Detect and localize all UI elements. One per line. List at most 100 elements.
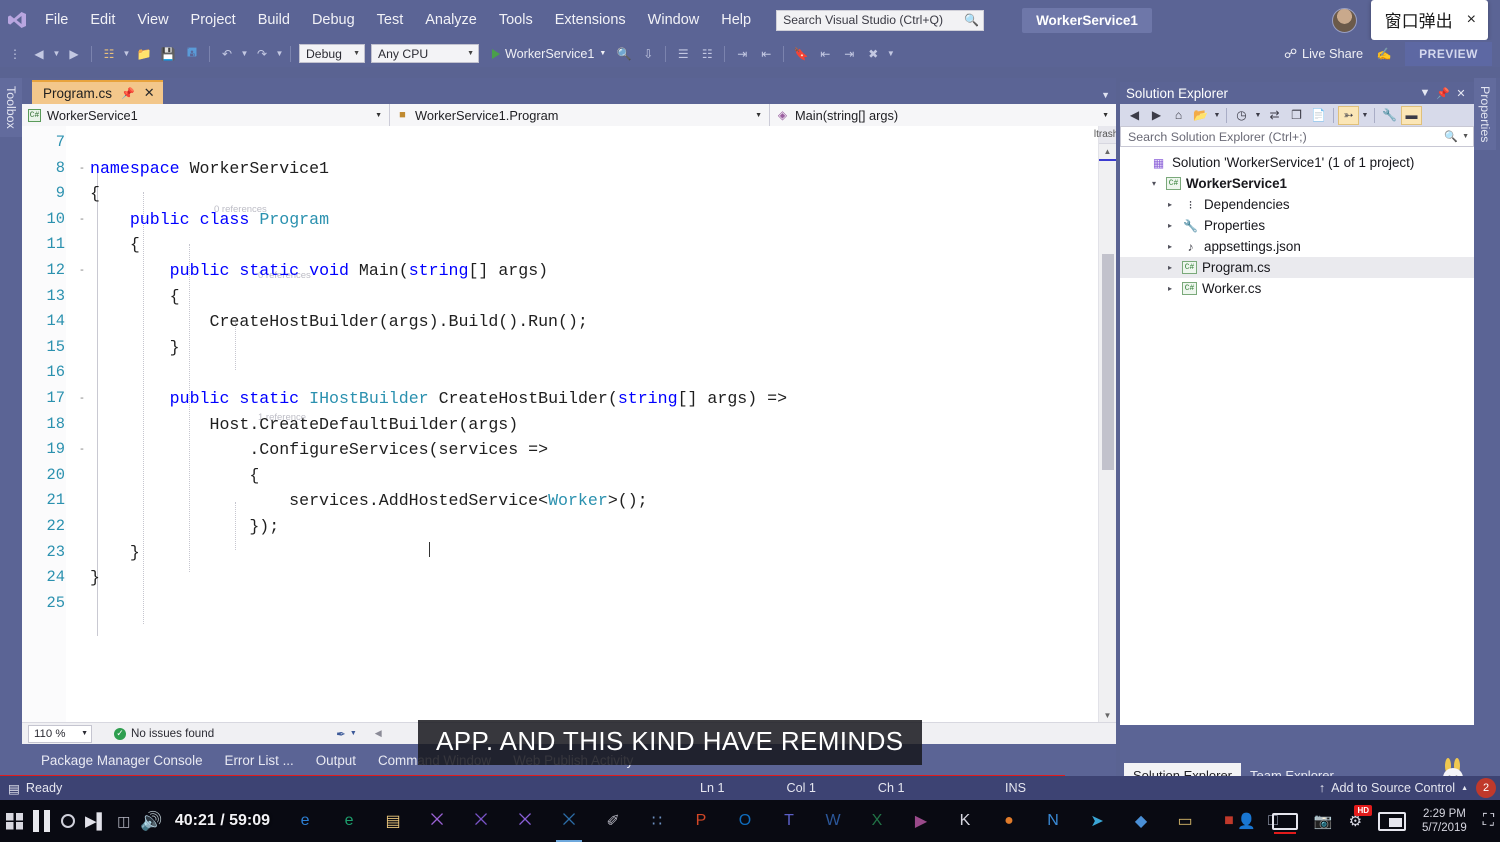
nav-project-select[interactable]: C# WorkerService1 ▼ <box>22 104 390 126</box>
live-share-button[interactable]: ☍ Live Share <box>1284 46 1363 62</box>
split-view-handle[interactable]: ltrash; <box>1094 126 1116 144</box>
platform-select[interactable]: Any CPU ▼ <box>371 44 479 63</box>
powerpoint-icon[interactable]: P <box>688 808 714 834</box>
outlook-icon[interactable]: O <box>732 808 758 834</box>
camera-icon[interactable]: 📷 <box>1314 812 1333 830</box>
scroll-up-icon[interactable]: ▲ <box>1099 144 1116 159</box>
tab-overflow-icon[interactable]: ▼ <box>1101 90 1110 100</box>
outdent-icon[interactable]: ⇤ <box>755 43 777 64</box>
code-line[interactable]: 22 }); <box>22 514 1098 540</box>
vscode-icon[interactable]: ⨉ <box>556 808 583 842</box>
new-project-icon[interactable]: ☷ <box>98 43 120 64</box>
tree-item-properties[interactable]: ▸ 🔧 Properties <box>1120 215 1474 236</box>
save-icon[interactable]: 💾 <box>157 43 179 64</box>
pin-icon[interactable]: 📌 <box>1434 87 1452 100</box>
dropdown2-icon[interactable]: ▼ <box>1253 106 1263 125</box>
picture-in-picture-icon[interactable] <box>1378 811 1407 831</box>
fold-toggle-icon[interactable]: - <box>74 156 90 182</box>
scroll-down-icon[interactable]: ▼ <box>1099 711 1116 720</box>
menu-item-edit[interactable]: Edit <box>79 7 126 33</box>
menu-item-project[interactable]: Project <box>180 7 247 33</box>
dropdown3-icon[interactable]: ▼ <box>1360 106 1370 125</box>
chevron-up-icon[interactable]: ▲ <box>1461 785 1468 792</box>
dropdown-icon[interactable]: ▼ <box>1212 106 1222 125</box>
zoom-select[interactable]: 110 % ▼ <box>28 724 92 743</box>
fold-toggle-icon[interactable]: - <box>74 386 90 412</box>
tree-item-appsettings-json[interactable]: ▸ ♪ appsettings.json <box>1120 236 1474 257</box>
menu-item-build[interactable]: Build <box>247 7 301 33</box>
menu-item-help[interactable]: Help <box>710 7 762 33</box>
bookmark-next-icon[interactable]: ⇥ <box>838 43 860 64</box>
nav-member-select[interactable]: ◈ Main(string[] args) ▼ <box>770 104 1116 126</box>
source-control-button[interactable]: ↑ Add to Source Control ▲ <box>1319 781 1468 795</box>
settings-gear-icon[interactable]: ⚙ HD <box>1349 805 1373 830</box>
start-debug-button[interactable]: WorkerService1 ▼ <box>487 47 611 61</box>
tools-icon[interactable]: ✐ <box>600 808 626 834</box>
notification-badge[interactable]: 2 <box>1476 778 1496 798</box>
code-line[interactable]: 10- public class Program <box>22 207 1098 233</box>
new-folder-icon[interactable]: 📂 <box>1190 106 1211 125</box>
code-line[interactable]: 21 services.AddHostedService<Worker>(); <box>22 488 1098 514</box>
menu-item-view[interactable]: View <box>126 7 179 33</box>
bookmark-icon[interactable]: 🔖 <box>790 43 812 64</box>
notepad-icon[interactable]: N <box>1040 808 1066 834</box>
telegram-icon[interactable]: ➤ <box>1084 808 1110 834</box>
menu-item-test[interactable]: Test <box>366 7 415 33</box>
visual-studio-3-icon[interactable]: ⨉ <box>512 808 538 834</box>
issues-status[interactable]: ✓ No issues found <box>114 727 214 740</box>
twisty-icon[interactable]: ▾ <box>1147 179 1161 188</box>
forward-icon[interactable]: ▶ <box>1146 106 1167 125</box>
twisty-icon[interactable]: ▸ <box>1163 242 1177 251</box>
back-dropdown-icon[interactable]: ▼ <box>52 49 61 58</box>
film-strip-icon[interactable]: ◫ <box>117 813 130 830</box>
toolbox-tab[interactable]: Toolbox <box>0 78 22 137</box>
back-icon[interactable]: ◀ <box>1124 106 1145 125</box>
collapse-all-icon[interactable]: ❐ <box>1286 106 1307 125</box>
properties-icon[interactable]: 📄 <box>1308 106 1329 125</box>
code-line[interactable]: 11 { <box>22 232 1098 258</box>
code-line[interactable]: 25 <box>22 591 1098 617</box>
twisty-icon[interactable]: ▸ <box>1163 200 1177 209</box>
code-editor[interactable]: 0 references 0 references 1 reference 78… <box>22 126 1116 722</box>
solution-explorer-search-input[interactable]: Search Solution Explorer (Ctrl+;) 🔍 ▼ <box>1120 126 1474 147</box>
teams-icon[interactable]: T <box>776 808 802 834</box>
media-player-icon[interactable]: ▶ <box>908 808 934 834</box>
visual-studio-2-icon[interactable]: ⨉ <box>468 808 494 834</box>
undo-dropdown-icon[interactable]: ▼ <box>240 49 249 58</box>
fold-toggle-icon[interactable]: - <box>74 437 90 463</box>
tree-item-dependencies[interactable]: ▸ ⁝ Dependencies <box>1120 194 1474 215</box>
chevron-down-icon[interactable]: ▼ <box>1416 87 1434 99</box>
attach-icon[interactable]: 🔍 <box>613 43 635 64</box>
build-configuration-select[interactable]: Debug ▼ <box>299 44 365 63</box>
show-all-files-icon[interactable]: ➳ <box>1338 105 1359 125</box>
menu-item-window[interactable]: Window <box>637 7 711 33</box>
home-icon[interactable]: ⌂ <box>1168 106 1189 125</box>
menu-item-debug[interactable]: Debug <box>301 7 366 33</box>
avatar[interactable] <box>1331 7 1357 33</box>
close-icon[interactable]: × <box>1467 11 1476 29</box>
tree-item-solution-workerservice1-1-of-1-project[interactable]: ▦ Solution 'WorkerService1' (1 of 1 proje… <box>1120 152 1474 173</box>
code-line[interactable]: 17- public static IHostBuilder CreateHos… <box>22 386 1098 412</box>
code-line[interactable]: 14 CreateHostBuilder(args).Build().Run()… <box>22 309 1098 335</box>
new-dropdown-icon[interactable]: ▼ <box>122 49 131 58</box>
panel-tab-package-manager-console[interactable]: Package Manager Console <box>30 747 214 774</box>
excel-icon[interactable]: X <box>864 808 890 834</box>
azure-icon[interactable]: ◆ <box>1128 808 1154 834</box>
tree-item-program-cs[interactable]: ▸ C# Program.cs <box>1120 257 1474 278</box>
code-line[interactable]: 7 <box>22 130 1098 156</box>
windows-start-icon[interactable] <box>6 812 23 830</box>
stop-icon[interactable] <box>61 814 75 828</box>
properties-tab[interactable]: Properties <box>1474 78 1496 151</box>
tab-program-cs[interactable]: Program.cs 📌 ✕ <box>32 80 163 104</box>
menu-item-extensions[interactable]: Extensions <box>544 7 637 33</box>
feedback-icon[interactable]: ✍ <box>1373 43 1395 64</box>
code-lines[interactable]: 7 8- namespace WorkerService1 9{10- public … <box>22 126 1098 722</box>
search-input[interactable]: Search Visual Studio (Ctrl+Q) 🔍 <box>776 9 985 31</box>
comment-icon[interactable]: ☰ <box>672 43 694 64</box>
menu-item-file[interactable]: File <box>34 7 79 33</box>
wrench-icon[interactable]: 🔧 <box>1379 106 1400 125</box>
indent-icon[interactable]: ⇥ <box>731 43 753 64</box>
tree-item-worker-cs[interactable]: ▸ C# Worker.cs <box>1120 278 1474 299</box>
menu-item-tools[interactable]: Tools <box>488 7 544 33</box>
clock[interactable]: 2:29 PM 5/7/2019 <box>1422 807 1467 835</box>
